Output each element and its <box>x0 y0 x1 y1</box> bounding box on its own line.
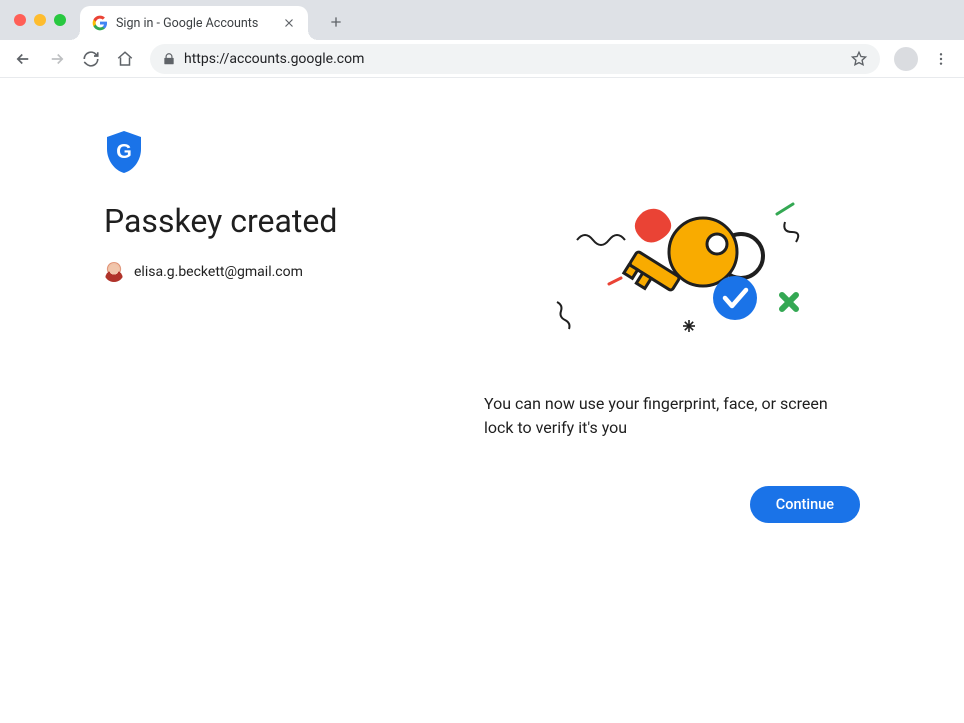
tab-close-icon[interactable] <box>282 16 296 30</box>
action-row: Continue <box>750 486 860 523</box>
svg-text:G: G <box>116 141 132 163</box>
right-column: You can now use your fingerprint, face, … <box>484 130 860 523</box>
description-text: You can now use your fingerprint, face, … <box>484 392 860 440</box>
profile-avatar[interactable] <box>894 47 918 71</box>
left-column: G Passkey created elisa.g.beckett@gmail.… <box>104 130 464 523</box>
account-avatar-icon <box>104 262 124 282</box>
account-email: elisa.g.beckett@gmail.com <box>134 264 303 280</box>
back-button[interactable] <box>8 44 38 74</box>
page-content: G Passkey created elisa.g.beckett@gmail.… <box>0 78 964 523</box>
bookmark-star-icon[interactable] <box>850 50 868 68</box>
window-close-button[interactable] <box>14 14 26 26</box>
browser-chrome: Sign in - Google Accounts https://accoun… <box>0 0 964 78</box>
forward-button[interactable] <box>42 44 72 74</box>
tab-title: Sign in - Google Accounts <box>116 16 274 31</box>
google-favicon-icon <box>92 15 108 31</box>
new-tab-button[interactable] <box>322 8 350 36</box>
page-heading: Passkey created <box>104 202 464 240</box>
lock-icon <box>162 52 176 66</box>
browser-menu-button[interactable] <box>926 44 956 74</box>
window-controls <box>14 14 66 26</box>
browser-toolbar: https://accounts.google.com <box>0 40 964 78</box>
browser-tab[interactable]: Sign in - Google Accounts <box>80 6 308 40</box>
window-maximize-button[interactable] <box>54 14 66 26</box>
tab-strip: Sign in - Google Accounts <box>0 0 964 40</box>
continue-button[interactable]: Continue <box>750 486 860 523</box>
address-bar[interactable]: https://accounts.google.com <box>150 44 880 74</box>
window-minimize-button[interactable] <box>34 14 46 26</box>
home-button[interactable] <box>110 44 140 74</box>
passkey-illustration <box>517 192 827 352</box>
account-chip[interactable]: elisa.g.beckett@gmail.com <box>104 262 464 282</box>
reload-button[interactable] <box>76 44 106 74</box>
url-text: https://accounts.google.com <box>184 51 364 67</box>
google-shield-icon: G <box>104 130 144 174</box>
